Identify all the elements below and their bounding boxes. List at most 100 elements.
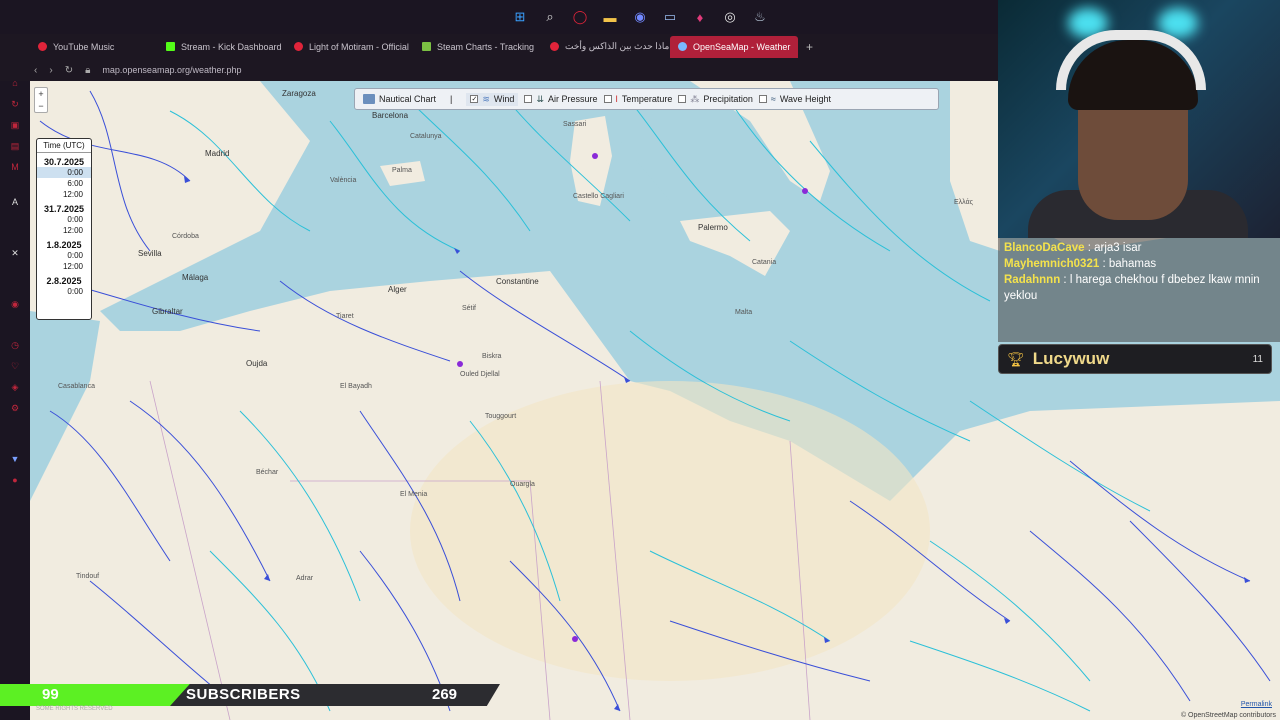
- history-icon[interactable]: ↻: [9, 98, 21, 110]
- time-option[interactable]: 12:00: [37, 261, 91, 272]
- steam-icon[interactable]: ♨: [750, 7, 770, 27]
- time-option[interactable]: 0:00: [37, 214, 91, 225]
- map-pin-icon[interactable]: ♦: [690, 7, 710, 27]
- layer-wave-height[interactable]: ≈ Wave Height: [758, 94, 832, 104]
- chat-message: Mayhemnich0321 : bahamas: [1004, 256, 1274, 272]
- chat-message: Radahnnn : l harega chekhou f dbebez lka…: [1004, 272, 1274, 304]
- x-icon[interactable]: ✕: [9, 247, 21, 259]
- box-icon[interactable]: ◈: [9, 381, 21, 393]
- new-tab-button[interactable]: +: [798, 40, 821, 54]
- search-icon[interactable]: ⌕: [540, 7, 560, 27]
- folder-icon[interactable]: ▬: [600, 7, 620, 27]
- back-icon[interactable]: ‹: [34, 65, 37, 76]
- place-label: Zaragoza: [282, 89, 316, 98]
- shield-icon[interactable]: ▼: [9, 453, 21, 465]
- chrome-icon[interactable]: ◎: [720, 7, 740, 27]
- wind-checkbox[interactable]: ✓: [470, 95, 479, 103]
- tab-kick-dashboard[interactable]: Stream - Kick Dashboard: [158, 36, 286, 58]
- place-label: Málaga: [182, 273, 209, 282]
- place-label: Malta: [735, 309, 753, 316]
- place-label: Adrar: [296, 575, 314, 582]
- subscriber-goal: 269: [432, 686, 458, 703]
- windows-icon[interactable]: ⊞: [510, 7, 530, 27]
- trophy-icon: 🏆︎: [1007, 350, 1025, 367]
- wind-line: [909, 640, 1091, 712]
- wind-marker: [802, 188, 808, 194]
- goal-progress-fill: [0, 684, 200, 706]
- time-option[interactable]: 0:00: [37, 250, 91, 261]
- wave-checkbox[interactable]: [758, 95, 767, 103]
- bag-icon[interactable]: ▣: [9, 119, 21, 131]
- opera-icon[interactable]: ◯: [570, 7, 590, 27]
- tab-label: YouTube Music: [53, 41, 115, 52]
- tab-label: Steam Charts - Tracking: [437, 41, 535, 52]
- tab-label: Stream - Kick Dashboard: [181, 41, 282, 52]
- place-label: Barcelona: [372, 111, 409, 120]
- layer-temperature[interactable]: ǀ Temperature: [603, 94, 673, 104]
- place-label: Casablanca: [58, 383, 95, 390]
- forward-icon[interactable]: ›: [49, 65, 52, 76]
- chat-text: : bahamas: [1099, 258, 1157, 270]
- url-field[interactable]: map.openseamap.org/weather.php: [102, 65, 241, 75]
- zoom-out-button[interactable]: −: [38, 100, 43, 112]
- layer-precipitation[interactable]: ⁂ Precipitation: [678, 94, 753, 105]
- reload-icon[interactable]: ↻: [65, 65, 73, 76]
- wind-line: [1029, 530, 1191, 702]
- pressure-checkbox[interactable]: [524, 95, 533, 103]
- time-option[interactable]: 12:00: [37, 189, 91, 200]
- tab-youtube-music[interactable]: YouTube Music: [30, 36, 158, 58]
- layer-label: Precipitation: [703, 94, 753, 104]
- terminal-icon[interactable]: ▭: [660, 7, 680, 27]
- place-label: Touggourt: [485, 413, 517, 420]
- place-label: Córdoba: [172, 233, 199, 240]
- settings-icon[interactable]: ⚙: [9, 402, 21, 414]
- subscriber-label: SUBSCRIBERS: [186, 686, 301, 703]
- time-panel: Time (UTC) 30.7.2025 0:00 6:00 12:00 31.…: [36, 138, 92, 320]
- tab-light-of-motiram[interactable]: Light of Motiram - Official: [286, 36, 414, 58]
- player-icon[interactable]: ◉: [9, 298, 21, 310]
- chat-user: Mayhemnich0321: [1004, 258, 1100, 270]
- mail-icon[interactable]: M: [9, 161, 21, 173]
- openseamap-icon: [678, 42, 687, 51]
- clock-icon[interactable]: ◷: [9, 339, 21, 351]
- layer-toolbar: Nautical Chart | ✓ ≋ Wind ⇊ Air Pressure…: [354, 88, 939, 110]
- wind-line: [129, 400, 271, 582]
- time-date: 2.8.2025: [46, 276, 82, 286]
- vpn-icon[interactable]: ●: [9, 474, 21, 486]
- layer-nautical-chart[interactable]: Nautical Chart: [363, 94, 436, 104]
- layer-label: Wave Height: [779, 94, 832, 104]
- temperature-checkbox[interactable]: [603, 95, 612, 103]
- chat-overlay: BlancoDaCave : arja3 isar Mayhemnich0321…: [998, 238, 1280, 342]
- place-label: Ελλάς: [954, 199, 973, 206]
- tab-openseamap-weather[interactable]: OpenSeaMap - Weather: [670, 35, 798, 58]
- tab-steam-charts[interactable]: Steam Charts - Tracking: [414, 36, 542, 58]
- discord-icon[interactable]: ◉: [630, 7, 650, 27]
- wind-line: [89, 90, 151, 252]
- time-option[interactable]: 6:00: [37, 178, 91, 189]
- wind-line: [49, 410, 171, 562]
- time-option[interactable]: 12:00: [37, 225, 91, 236]
- top-subscriber-name: Lucywuw: [1032, 349, 1110, 368]
- tab-label: Light of Motiram - Official: [309, 41, 409, 52]
- sahara-shade: [410, 381, 930, 681]
- precipitation-checkbox[interactable]: [678, 95, 687, 103]
- place-label: Palma: [392, 167, 412, 174]
- wind-marker: [457, 361, 463, 367]
- layer-label: Air Pressure: [547, 94, 598, 104]
- place-label: Palermo: [698, 223, 728, 232]
- permalink-link[interactable]: Permalink: [1241, 701, 1272, 708]
- wind-arrow: [1244, 577, 1250, 583]
- heart-icon[interactable]: ♡: [9, 360, 21, 372]
- zoom-in-button[interactable]: +: [38, 88, 43, 100]
- lock-icon: 🔒︎: [85, 64, 91, 76]
- layer-label: Temperature: [621, 94, 673, 104]
- time-option[interactable]: 0:00: [37, 286, 91, 297]
- layer-wind[interactable]: ✓ ≋ Wind: [466, 92, 519, 106]
- place-label: Catania: [752, 259, 777, 266]
- ai-icon[interactable]: A: [9, 196, 21, 208]
- games-icon[interactable]: ▤: [9, 140, 21, 152]
- subscriber-goal-bar: 99 SUBSCRIBERS 269: [0, 684, 500, 706]
- tab-arabic-video[interactable]: ماذا حدث بين الذاكس وأخت: [542, 36, 670, 58]
- layer-air-pressure[interactable]: ⇊ Air Pressure: [524, 94, 598, 105]
- time-option[interactable]: 0:00: [37, 167, 91, 178]
